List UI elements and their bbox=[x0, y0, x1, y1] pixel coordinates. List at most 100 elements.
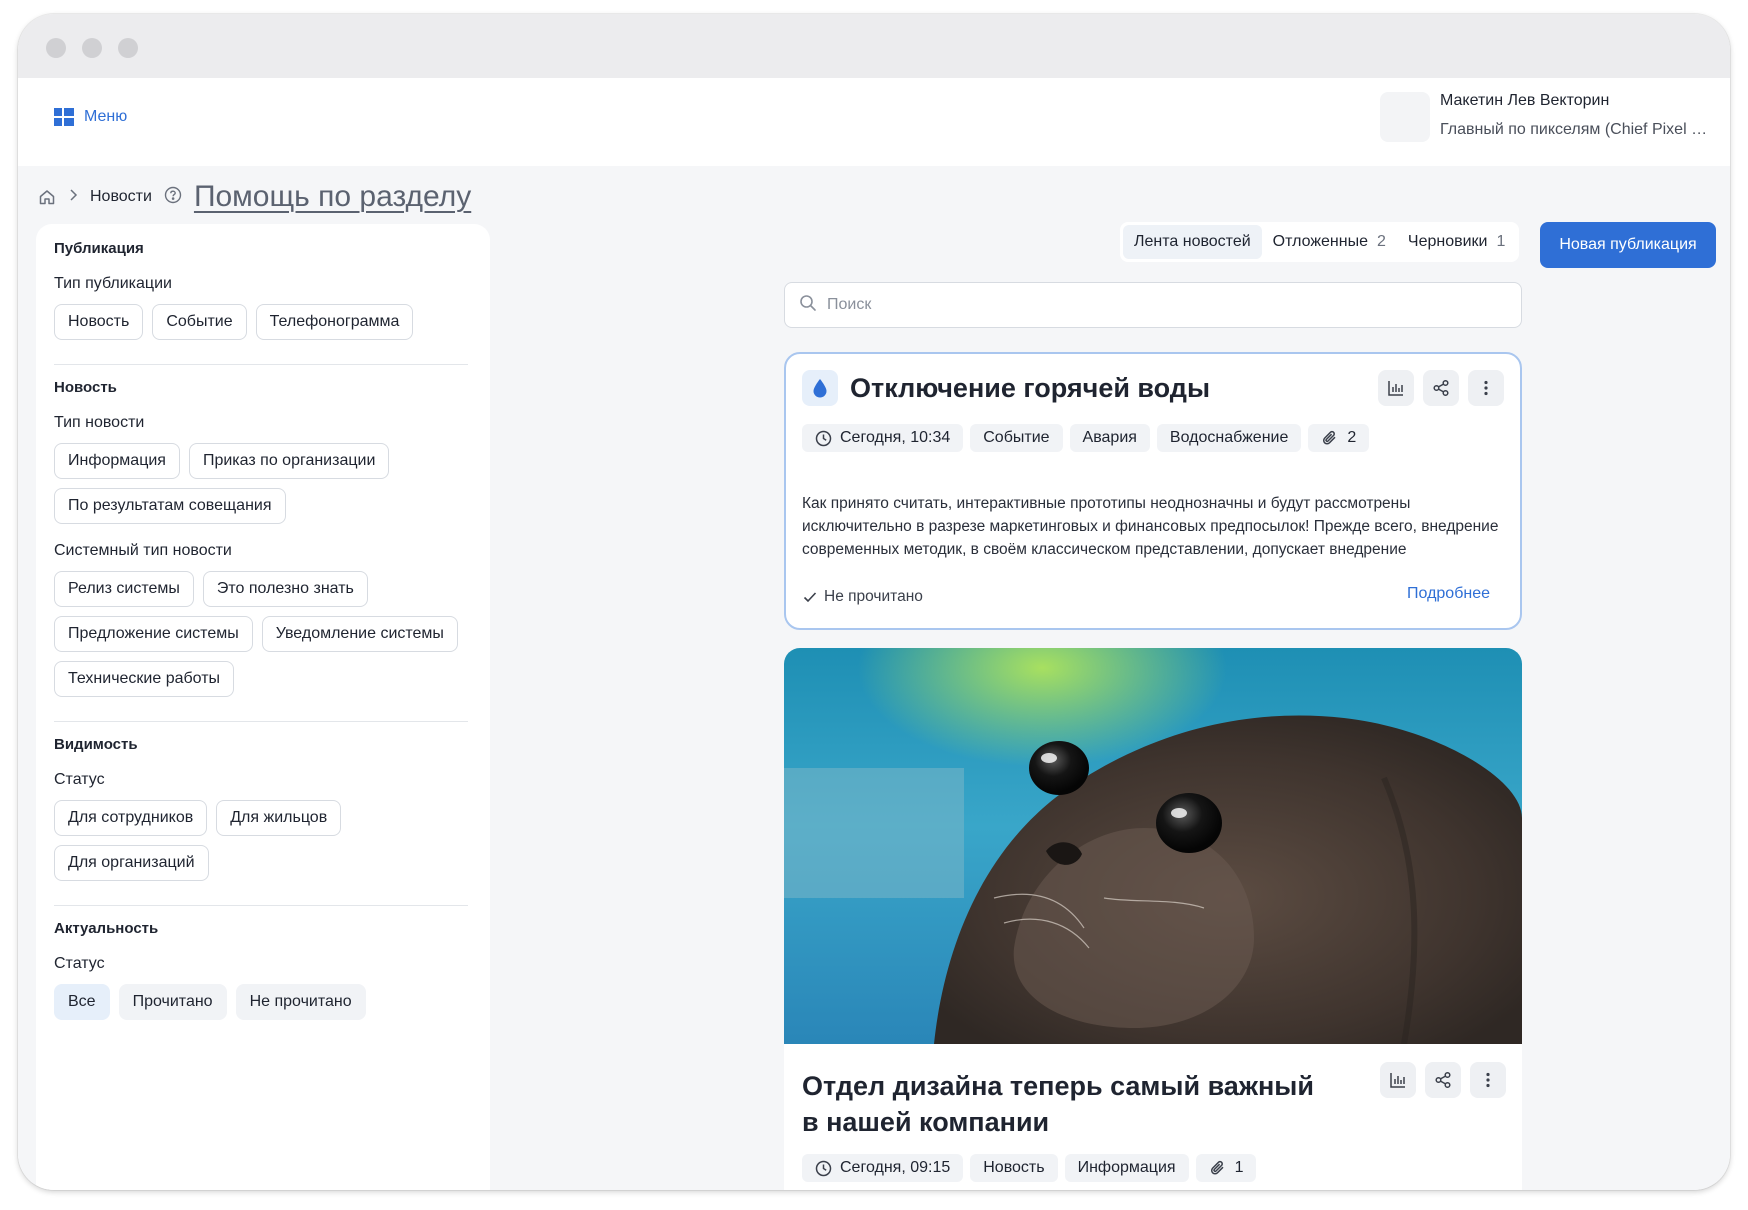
more-vertical-icon bbox=[1486, 1072, 1490, 1088]
user-role: Главный по пикселям (Chief Pixel Officer… bbox=[1440, 121, 1712, 138]
tag-badge: Событие bbox=[970, 424, 1063, 452]
tab-postponed[interactable]: Отложенные 2 bbox=[1262, 225, 1397, 259]
tag-badge: Авария bbox=[1069, 424, 1150, 452]
post-time: Сегодня, 09:15 bbox=[840, 1159, 951, 1176]
chevron-right-icon bbox=[68, 188, 78, 207]
filter-chip-maintenance[interactable]: Технические работы bbox=[54, 661, 235, 697]
tab-count: 1 bbox=[1496, 233, 1506, 250]
post-time: Сегодня, 10:34 bbox=[840, 429, 951, 446]
share-icon bbox=[1435, 1071, 1451, 1089]
filter-label: Тип публикации bbox=[54, 275, 172, 292]
window-minimize-dot[interactable] bbox=[82, 38, 102, 58]
tab-drafts[interactable]: Черновики 1 bbox=[1397, 225, 1516, 259]
tag-badge: Информация bbox=[1064, 1154, 1189, 1182]
filter-chip-news[interactable]: Новость bbox=[54, 304, 144, 340]
tab-label: Отложенные bbox=[1272, 233, 1368, 250]
statistics-button[interactable] bbox=[1380, 1062, 1416, 1098]
breadcrumb: Новости Помощь по разделу bbox=[38, 180, 471, 214]
share-button[interactable] bbox=[1425, 1062, 1461, 1098]
filter-chip-for-organizations[interactable]: Для организаций bbox=[54, 845, 209, 881]
breadcrumb-current[interactable]: Новости bbox=[90, 188, 152, 206]
filter-chip-order[interactable]: Приказ по организации bbox=[188, 443, 390, 479]
news-card[interactable]: Отключение горячей воды Сегодня, 10:34 С… bbox=[784, 352, 1522, 630]
user-name: Макетин Лев Векторин bbox=[1440, 92, 1610, 109]
attachments-count: 1 bbox=[1234, 1159, 1244, 1176]
menu-button[interactable]: Меню bbox=[54, 108, 127, 126]
search-field bbox=[784, 282, 1522, 328]
main-content: Новости Помощь по разделу Публикация Тип… bbox=[18, 166, 1730, 1190]
filter-section-title: Новость bbox=[54, 379, 117, 396]
read-status: Не прочитано bbox=[802, 588, 923, 606]
feed-tabs: Лента новостей Отложенные 2 Черновики 1 bbox=[1120, 222, 1520, 262]
filter-chip-useful-to-know[interactable]: Это полезно знать bbox=[202, 571, 368, 607]
filter-section-title: Актуальность bbox=[54, 920, 159, 937]
more-vertical-icon bbox=[1484, 380, 1488, 396]
divider bbox=[54, 721, 468, 722]
tag-badge: Водоснабжение bbox=[1156, 424, 1302, 452]
read-more-link[interactable]: Подробнее bbox=[1407, 585, 1490, 603]
filter-chip-unread[interactable]: Не прочитано bbox=[235, 984, 366, 1020]
divider bbox=[54, 905, 468, 906]
divider bbox=[54, 364, 468, 365]
filter-panel: Публикация Тип публикации Новость Событи… bbox=[36, 224, 490, 1190]
check-icon bbox=[803, 592, 817, 603]
window-maximize-dot[interactable] bbox=[118, 38, 138, 58]
filter-chip-meeting-results[interactable]: По результатам совещания bbox=[54, 488, 286, 524]
filter-chip-information[interactable]: Информация bbox=[54, 443, 180, 479]
filter-chip-telephonogram[interactable]: Телефонограмма bbox=[255, 304, 414, 340]
filter-chip-system-proposal[interactable]: Предложение системы bbox=[54, 616, 253, 652]
filter-chip-for-employees[interactable]: Для сотрудников bbox=[54, 800, 208, 836]
filter-chip-event[interactable]: Событие bbox=[152, 304, 247, 340]
filter-chip-system-release[interactable]: Релиз системы bbox=[54, 571, 194, 607]
bar-chart-icon bbox=[1390, 1073, 1405, 1088]
dashboard-grid-icon bbox=[54, 108, 74, 126]
attachments-badge[interactable]: 2 bbox=[1308, 424, 1370, 452]
clock-icon bbox=[815, 1160, 832, 1176]
search-icon bbox=[799, 294, 817, 317]
tab-label: Черновики bbox=[1407, 233, 1488, 250]
new-publication-button[interactable]: Новая публикация bbox=[1540, 222, 1716, 268]
attachments-count: 2 bbox=[1347, 429, 1357, 446]
filter-section-title: Публикация bbox=[54, 240, 144, 257]
news-card-excerpt: Как принято считать, интерактивные прото… bbox=[802, 495, 1499, 558]
share-button[interactable] bbox=[1423, 370, 1459, 406]
read-status-label: Не прочитано bbox=[824, 588, 923, 605]
news-card-title[interactable]: Отдел дизайна теперь самый важный в наше… bbox=[802, 1068, 1322, 1140]
browser-window: Меню Макетин Лев Векторин Главный по пик… bbox=[18, 14, 1730, 1190]
help-circle-icon[interactable] bbox=[164, 186, 182, 209]
bar-chart-icon bbox=[1388, 381, 1403, 396]
filter-chip-for-residents[interactable]: Для жильцов bbox=[216, 800, 342, 836]
tab-label: Лента новостей bbox=[1134, 233, 1251, 250]
more-options-button[interactable] bbox=[1468, 370, 1504, 406]
filter-chip-system-notification[interactable]: Уведомление системы bbox=[261, 616, 458, 652]
filter-chip-read[interactable]: Прочитано bbox=[118, 984, 227, 1020]
news-card-title[interactable]: Отключение горячей воды bbox=[850, 373, 1210, 404]
window-titlebar bbox=[18, 14, 1730, 78]
user-profile[interactable]: Макетин Лев Векторин Главный по пикселям… bbox=[1380, 90, 1712, 142]
share-icon bbox=[1433, 379, 1449, 397]
filter-label: Системный тип новости bbox=[54, 542, 232, 559]
filter-section-title: Видимость bbox=[54, 736, 138, 753]
filter-label: Тип новости bbox=[54, 414, 145, 431]
more-options-button[interactable] bbox=[1470, 1062, 1506, 1098]
filter-label: Статус bbox=[54, 955, 105, 972]
avatar bbox=[1380, 92, 1430, 142]
window-close-dot[interactable] bbox=[46, 38, 66, 58]
help-link[interactable]: Помощь по разделу bbox=[194, 180, 471, 214]
menu-label: Меню bbox=[84, 108, 128, 125]
time-badge: Сегодня, 09:15 bbox=[802, 1154, 964, 1182]
attachments-badge[interactable]: 1 bbox=[1195, 1154, 1257, 1182]
tab-news-feed[interactable]: Лента новостей bbox=[1123, 225, 1262, 259]
search-input[interactable] bbox=[827, 296, 1507, 314]
clock-icon bbox=[815, 430, 832, 446]
water-drop-icon bbox=[802, 370, 838, 406]
statistics-button[interactable] bbox=[1378, 370, 1414, 406]
filter-chip-all[interactable]: Все bbox=[54, 984, 110, 1020]
app-header: Меню Макетин Лев Векторин Главный по пик… bbox=[18, 78, 1730, 166]
news-card-text: Как принято считать, интерактивные прото… bbox=[802, 492, 1508, 561]
paperclip-icon bbox=[1210, 1160, 1224, 1175]
seal-photo[interactable] bbox=[784, 648, 1522, 1044]
news-card[interactable]: Отдел дизайна теперь самый важный в наше… bbox=[784, 648, 1522, 1190]
tab-count: 2 bbox=[1377, 233, 1386, 250]
home-icon[interactable] bbox=[38, 188, 56, 206]
